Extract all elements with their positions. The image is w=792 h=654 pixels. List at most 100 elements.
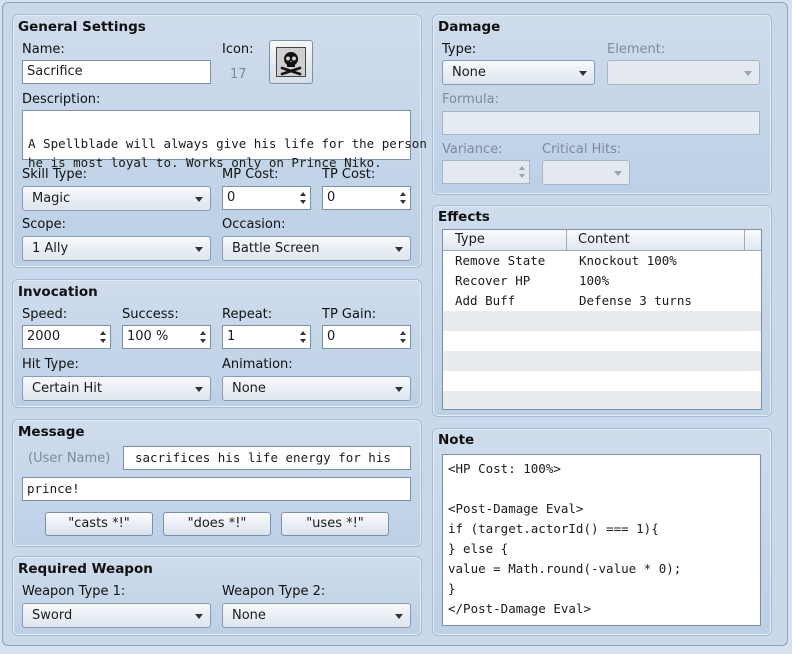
column-divider [566, 230, 567, 250]
table-row[interactable] [443, 371, 761, 391]
column-header-content[interactable]: Content [578, 232, 630, 247]
variance-stepper[interactable] [442, 160, 530, 184]
critical-hits-select[interactable] [542, 160, 630, 185]
tp-cost-stepper[interactable]: 0 [322, 186, 411, 210]
spin-down-icon[interactable] [400, 339, 406, 343]
note-textarea[interactable]: <HP Cost: 100%> <Post-Damage Eval> if (t… [442, 454, 761, 626]
message-line2-input[interactable]: prince! [22, 477, 411, 501]
icon-label: Icon: [222, 42, 254, 57]
required-weapon-title: Required Weapon [18, 561, 153, 577]
table-row[interactable] [443, 311, 761, 331]
spin-down-icon[interactable] [200, 339, 206, 343]
damage-type-select[interactable]: None [442, 60, 595, 85]
scope-select[interactable]: 1 Ally [22, 236, 211, 261]
table-row[interactable] [443, 331, 761, 351]
chevron-down-icon [395, 247, 403, 252]
mp-cost-stepper[interactable]: 0 [222, 186, 311, 210]
weapon-type1-label: Weapon Type 1: [22, 584, 126, 599]
weapon-type2-select[interactable]: None [222, 603, 411, 628]
skull-crossbones-icon [276, 47, 306, 77]
success-label: Success: [122, 307, 179, 322]
variance-label: Variance: [442, 142, 503, 157]
spin-up-icon[interactable] [300, 192, 306, 196]
effects-table-header: Type Content [443, 230, 761, 251]
repeat-stepper[interactable]: 1 [222, 325, 311, 349]
weapon-type2-label: Weapon Type 2: [222, 584, 326, 599]
weapon-type1-select[interactable]: Sword [22, 603, 211, 628]
spin-up-icon[interactable] [400, 192, 406, 196]
chevron-down-icon [579, 71, 587, 76]
hit-type-value: Certain Hit [32, 381, 102, 396]
animation-value: None [232, 381, 266, 396]
effect-type-cell: Recover HP [455, 273, 531, 288]
damage-title: Damage [438, 19, 501, 35]
spin-up-icon[interactable] [519, 166, 525, 170]
damage-type-value: None [452, 65, 486, 80]
animation-label: Animation: [222, 357, 293, 372]
table-row[interactable]: Recover HP 100% [443, 271, 761, 291]
success-stepper[interactable]: 100 % [122, 325, 211, 349]
chevron-down-icon [614, 171, 622, 176]
effect-content-cell: 100% [579, 273, 610, 288]
hit-type-select[interactable]: Certain Hit [22, 376, 211, 401]
chevron-down-icon [195, 387, 203, 392]
speed-label: Speed: [22, 307, 68, 322]
spin-down-icon[interactable] [400, 200, 406, 204]
tp-cost-value: 0 [327, 190, 336, 205]
occasion-select[interactable]: Battle Screen [222, 236, 411, 261]
spin-down-icon[interactable] [100, 339, 106, 343]
animation-select[interactable]: None [222, 376, 411, 401]
description-label: Description: [22, 92, 101, 107]
spin-down-icon[interactable] [519, 174, 525, 178]
effect-type-cell: Remove State [455, 253, 546, 268]
table-row[interactable]: Remove State Knockout 100% [443, 251, 761, 271]
damage-type-label: Type: [442, 42, 477, 57]
scope-value: 1 Ally [32, 241, 69, 256]
spin-down-icon[interactable] [300, 200, 306, 204]
general-settings-title: General Settings [18, 19, 146, 35]
formula-input[interactable] [442, 111, 760, 135]
casts-button[interactable]: "casts *!" [45, 512, 153, 536]
description-line: A Spellblade will always give his life f… [28, 136, 427, 151]
skill-type-select[interactable]: Magic [22, 186, 211, 211]
table-row[interactable] [443, 351, 761, 371]
spin-up-icon[interactable] [300, 331, 306, 335]
description-textarea[interactable]: A Spellblade will always give his life f… [22, 110, 427, 170]
name-label: Name: [22, 42, 65, 57]
repeat-value: 1 [227, 329, 236, 344]
table-row[interactable] [443, 391, 761, 409]
repeat-label: Repeat: [222, 307, 273, 322]
effects-title: Effects [438, 209, 490, 225]
mp-cost-value: 0 [227, 190, 236, 205]
chevron-down-icon [744, 71, 752, 76]
column-divider [744, 230, 745, 250]
column-header-type[interactable]: Type [455, 232, 485, 247]
weapon-type2-value: None [232, 608, 266, 623]
name-input[interactable]: Sacrifice [22, 60, 211, 84]
scope-label: Scope: [22, 217, 66, 232]
spin-up-icon[interactable] [200, 331, 206, 335]
tp-cost-label: TP Cost: [322, 167, 376, 182]
chevron-down-icon [195, 247, 203, 252]
chevron-down-icon [395, 614, 403, 619]
element-select[interactable] [607, 60, 760, 85]
skill-icon-button[interactable] [269, 40, 313, 84]
uses-button[interactable]: "uses *!" [281, 512, 389, 536]
occasion-label: Occasion: [222, 217, 286, 232]
effect-content-cell: Defense 3 turns [579, 293, 692, 308]
occasion-value: Battle Screen [232, 241, 320, 256]
formula-label: Formula: [442, 92, 499, 107]
effects-table[interactable]: Type Content Remove State Knockout 100% R… [442, 229, 762, 410]
tp-gain-value: 0 [327, 329, 336, 344]
spin-down-icon[interactable] [300, 339, 306, 343]
spin-up-icon[interactable] [400, 331, 406, 335]
spin-up-icon[interactable] [100, 331, 106, 335]
tp-gain-stepper[interactable]: 0 [322, 325, 411, 349]
table-row[interactable]: Add Buff Defense 3 turns [443, 291, 761, 311]
speed-stepper[interactable]: 2000 [22, 325, 111, 349]
message-line1-input[interactable]: sacrifices his life energy for his [123, 446, 411, 470]
does-button[interactable]: "does *!" [163, 512, 271, 536]
speed-value: 2000 [27, 329, 61, 344]
skill-type-value: Magic [32, 191, 71, 206]
hit-type-label: Hit Type: [22, 357, 79, 372]
